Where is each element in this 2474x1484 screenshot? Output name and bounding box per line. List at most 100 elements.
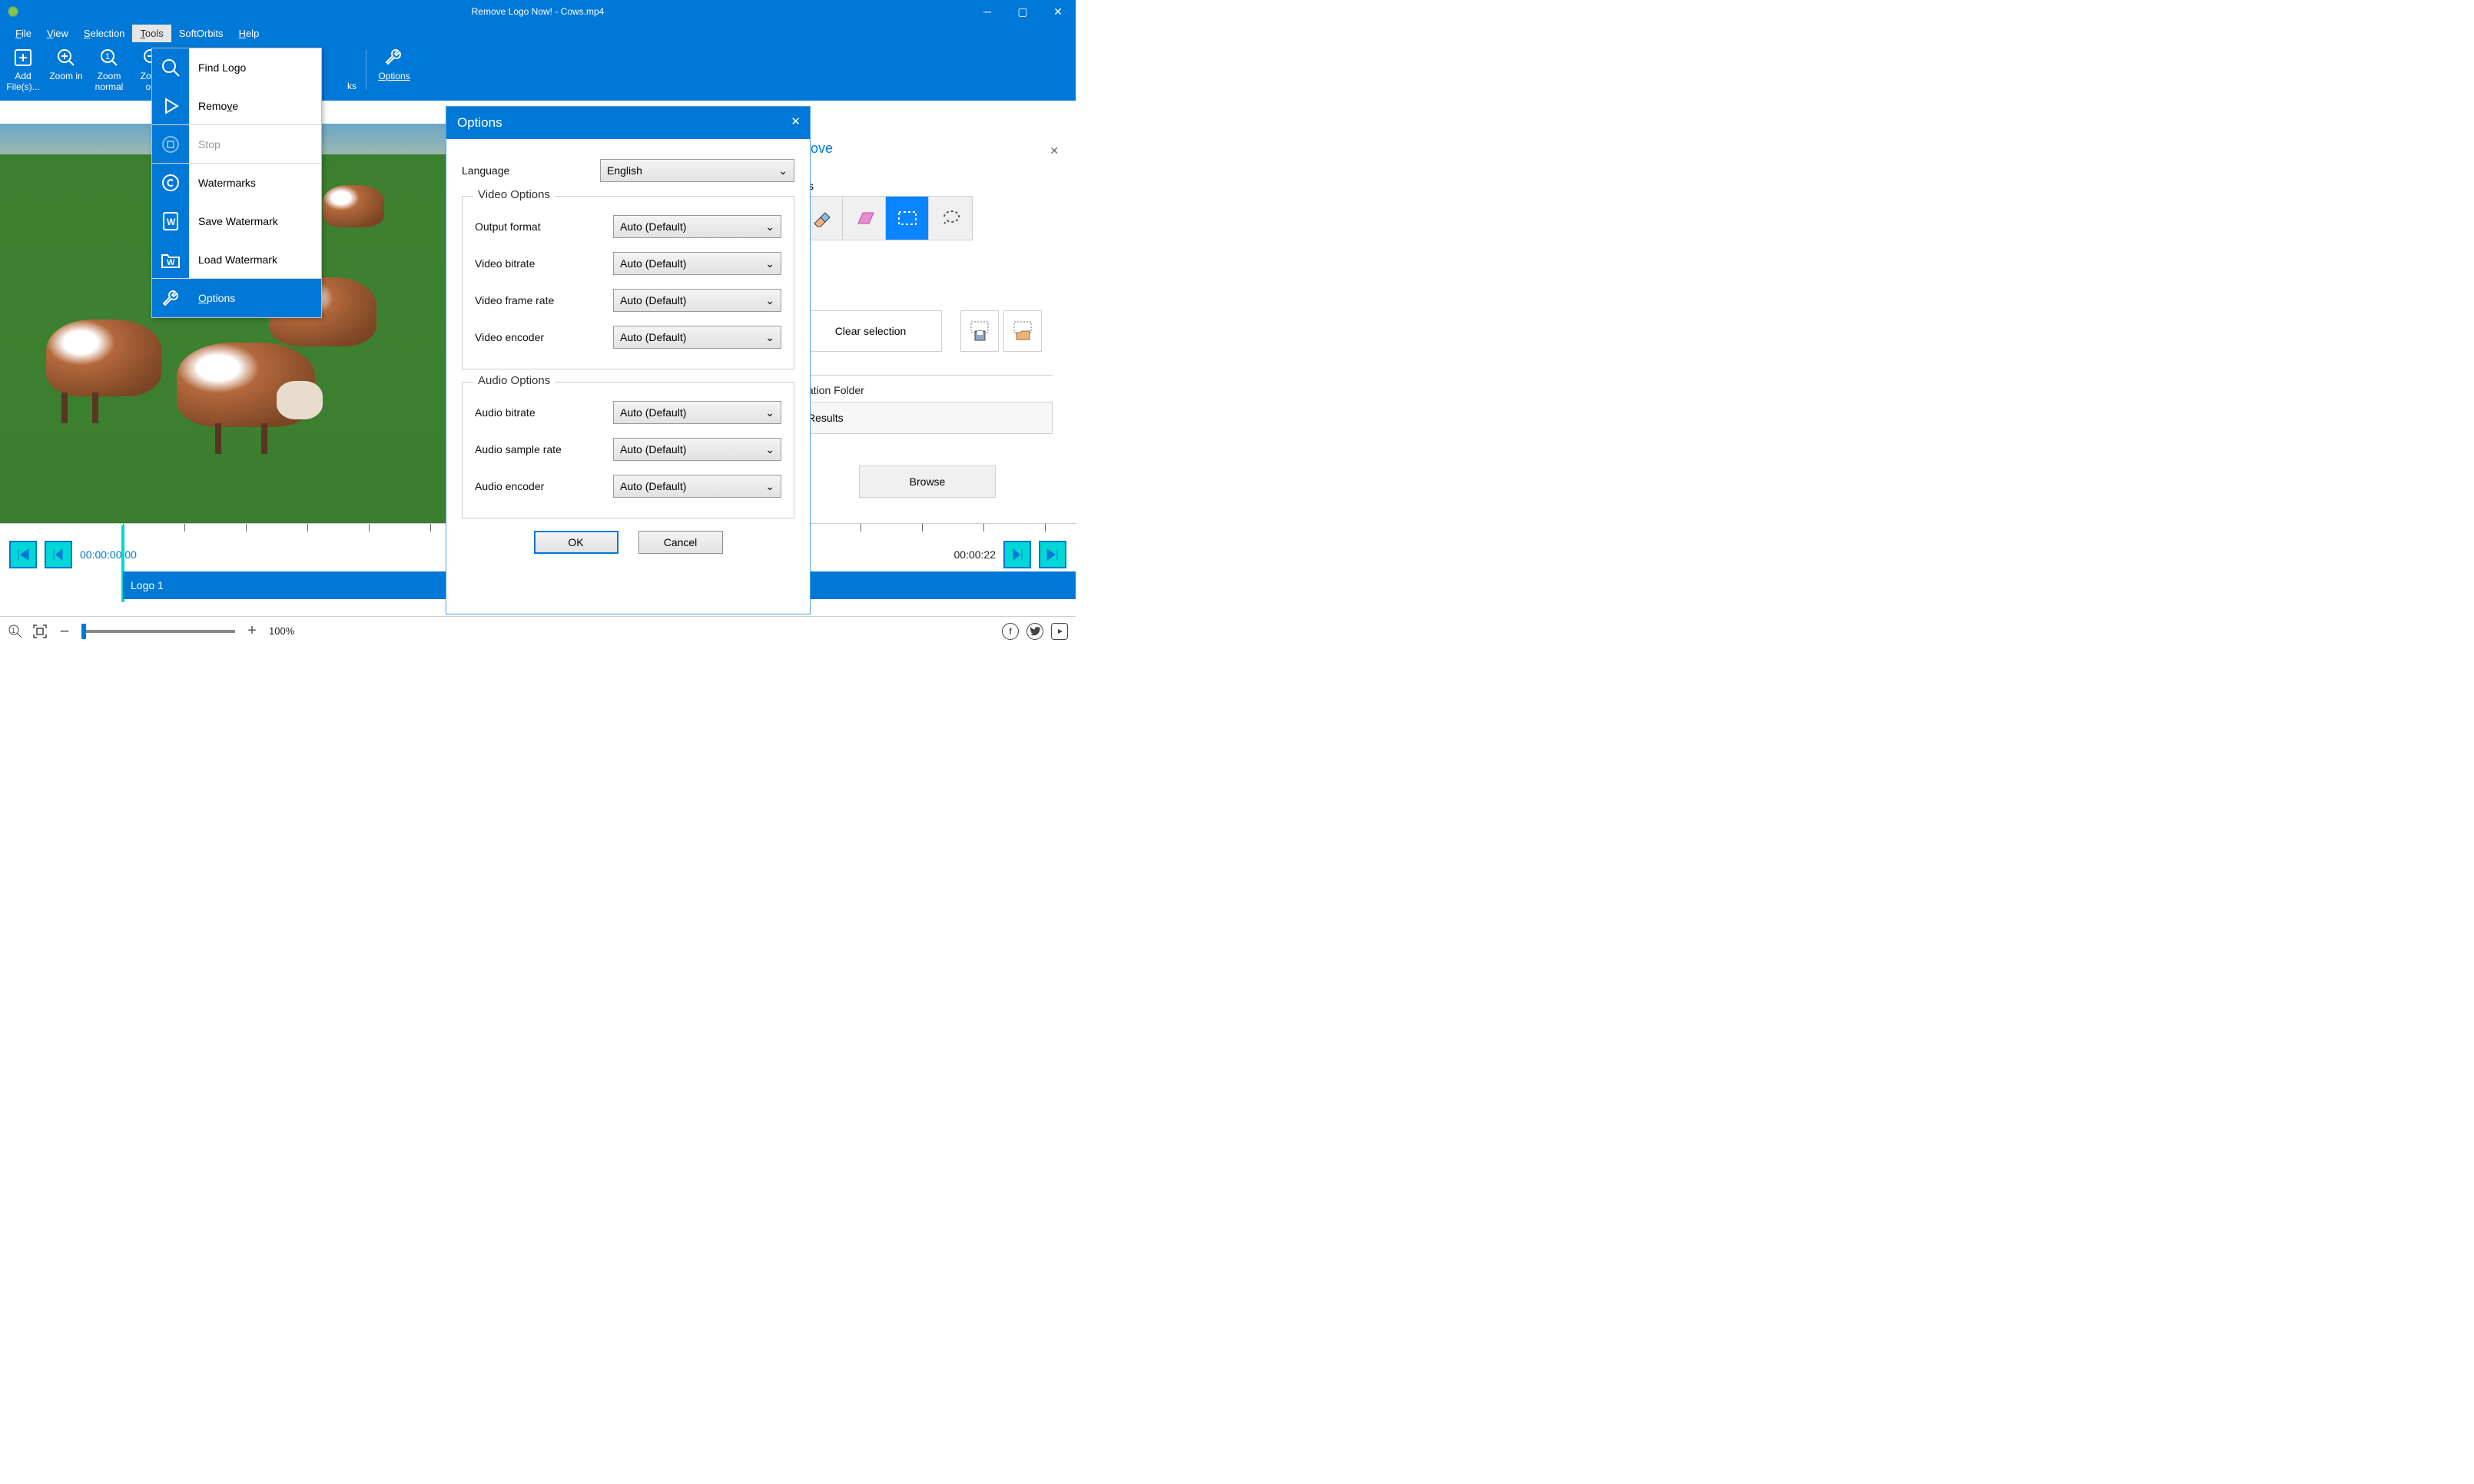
timeline-start-time: 00:00:00 00 — [80, 548, 137, 561]
stop-icon — [152, 125, 189, 163]
youtube-icon[interactable] — [1051, 623, 1068, 640]
window-title: Remove Logo Now! - Cows.mp4 — [472, 6, 605, 17]
svg-text:W: W — [167, 217, 176, 227]
facebook-icon[interactable]: f — [1002, 623, 1019, 640]
options-dialog: Options ✕ Language English ⌄ Video Optio… — [446, 106, 811, 614]
tools-dropdown-menu: Find LogoRemoveStopWatermarksWSave Water… — [151, 48, 322, 318]
chevron-down-icon: ⌄ — [765, 257, 774, 270]
dropdown-item-options[interactable]: Options — [152, 279, 321, 317]
dropdown-item-remove[interactable]: Remove — [152, 87, 321, 125]
chevron-down-icon: ⌄ — [765, 406, 774, 419]
add-files-button[interactable]: Add File(s)... — [5, 47, 41, 93]
chevron-down-icon: ⌄ — [765, 294, 774, 307]
audio-opt-select-1[interactable]: Auto (Default)⌄ — [613, 438, 781, 461]
menu-view[interactable]: View — [39, 25, 76, 42]
chevron-down-icon: ⌄ — [765, 443, 774, 456]
minimize-button[interactable]: ─ — [970, 0, 1005, 23]
wrench-icon — [383, 47, 405, 68]
wrench-icon — [152, 279, 189, 317]
zoom-normal-button[interactable]: 1 Zoom normal — [91, 47, 128, 93]
video-opt-select-1[interactable]: Auto (Default)⌄ — [613, 252, 781, 275]
audio-opt-label-2: Audio encoder — [475, 480, 613, 492]
selection-toolstrip — [799, 196, 973, 240]
folder-w-icon: W — [152, 240, 189, 278]
audio-opt-label-0: Audio bitrate — [475, 406, 613, 419]
play-icon — [152, 87, 189, 124]
ok-button[interactable]: OK — [534, 531, 618, 554]
step-back-button[interactable] — [45, 541, 72, 568]
lasso-tool-button[interactable] — [929, 197, 972, 240]
app-icon — [6, 5, 20, 18]
marquee-icon — [897, 210, 918, 227]
maximize-button[interactable]: ▢ — [1005, 0, 1040, 23]
goto-start-button[interactable] — [9, 541, 37, 568]
zoom-actual-icon[interactable]: 1 — [8, 624, 23, 639]
goto-end-button[interactable] — [1039, 541, 1066, 568]
doc-w-icon: W — [152, 202, 189, 240]
parallelogram-icon — [854, 210, 875, 227]
lasso-icon — [940, 209, 961, 227]
window-titlebar: Remove Logo Now! - Cows.mp4 ─ ▢ ✕ — [0, 0, 1076, 23]
save-selection-button[interactable] — [960, 310, 999, 352]
close-button[interactable]: ✕ — [1040, 0, 1076, 23]
menu-softorbits[interactable]: SoftOrbits — [171, 25, 231, 42]
video-opt-label-3: Video encoder — [475, 331, 613, 343]
language-select[interactable]: English ⌄ — [600, 159, 794, 182]
svg-text:W: W — [167, 258, 175, 267]
menubar: FileViewSelectionToolsSoftOrbitsHelp — [0, 23, 1076, 44]
svg-text:1: 1 — [105, 52, 110, 61]
video-opt-select-0[interactable]: Auto (Default)⌄ — [613, 215, 781, 238]
zoom-in-plus[interactable]: + — [244, 624, 260, 639]
menu-tools[interactable]: Tools — [132, 25, 171, 42]
load-selection-button[interactable] — [1003, 310, 1042, 352]
options-dialog-close[interactable]: ✕ — [791, 114, 801, 128]
audio-options-group: Audio Options Audio bitrateAuto (Default… — [462, 382, 794, 518]
zoom-in-button[interactable]: Zoom in — [48, 47, 85, 93]
menu-help[interactable]: Help — [231, 25, 267, 42]
browse-button[interactable]: Browse — [859, 465, 996, 498]
load-selection-icon — [1012, 321, 1033, 341]
statusbar: 1 − + 100% f — [0, 616, 1076, 645]
zoom-1-icon: 1 — [98, 47, 120, 68]
dropdown-item-stop: Stop — [152, 125, 321, 164]
zoom-slider[interactable] — [81, 630, 235, 633]
marquee-tool-button[interactable] — [886, 197, 929, 240]
zoom-out-minus[interactable]: − — [57, 624, 72, 639]
save-selection-icon — [969, 321, 990, 341]
eraser-icon — [811, 208, 831, 228]
chevron-down-icon: ⌄ — [778, 164, 788, 177]
toolbar-options-button[interactable]: Options — [376, 47, 413, 93]
parallelogram-tool-button[interactable] — [843, 197, 886, 240]
twitter-icon[interactable] — [1026, 623, 1043, 640]
chevron-down-icon: ⌄ — [765, 331, 774, 344]
audio-opt-select-0[interactable]: Auto (Default)⌄ — [613, 401, 781, 424]
clear-selection-button[interactable]: Clear selection — [799, 310, 942, 352]
options-dialog-titlebar[interactable]: Options ✕ — [446, 107, 810, 139]
menu-selection[interactable]: Selection — [76, 25, 132, 42]
copyright-icon — [152, 164, 189, 202]
video-opt-select-2[interactable]: Auto (Default)⌄ — [613, 289, 781, 312]
right-panel-close[interactable]: ✕ — [1050, 144, 1059, 157]
menu-file[interactable]: File — [8, 25, 39, 42]
section-divider — [799, 375, 1053, 376]
dropdown-item-save-watermark[interactable]: WSave Watermark — [152, 202, 321, 240]
dropdown-item-watermarks[interactable]: Watermarks — [152, 164, 321, 202]
video-opt-select-3[interactable]: Auto (Default)⌄ — [613, 326, 781, 349]
language-label: Language — [462, 164, 600, 177]
chevron-down-icon: ⌄ — [765, 220, 774, 234]
toolbar-fragment-ks: ks — [347, 81, 357, 91]
audio-opt-select-2[interactable]: Auto (Default)⌄ — [613, 475, 781, 498]
dropdown-item-load-watermark[interactable]: WLoad Watermark — [152, 240, 321, 279]
video-opt-label-1: Video bitrate — [475, 257, 613, 270]
step-forward-button[interactable] — [1003, 541, 1031, 568]
video-options-group: Video Options Output formatAuto (Default… — [462, 196, 794, 369]
cancel-button[interactable]: Cancel — [638, 531, 723, 554]
zoom-percentage: 100% — [269, 625, 294, 637]
zoom-in-icon — [55, 47, 77, 68]
video-opt-label-0: Output format — [475, 220, 613, 233]
chevron-down-icon: ⌄ — [765, 480, 774, 493]
fit-screen-icon[interactable] — [32, 624, 48, 639]
dropdown-item-find-logo[interactable]: Find Logo — [152, 48, 321, 87]
search-icon — [152, 48, 189, 87]
timeline-end-time: 00:00:22 — [954, 548, 997, 561]
